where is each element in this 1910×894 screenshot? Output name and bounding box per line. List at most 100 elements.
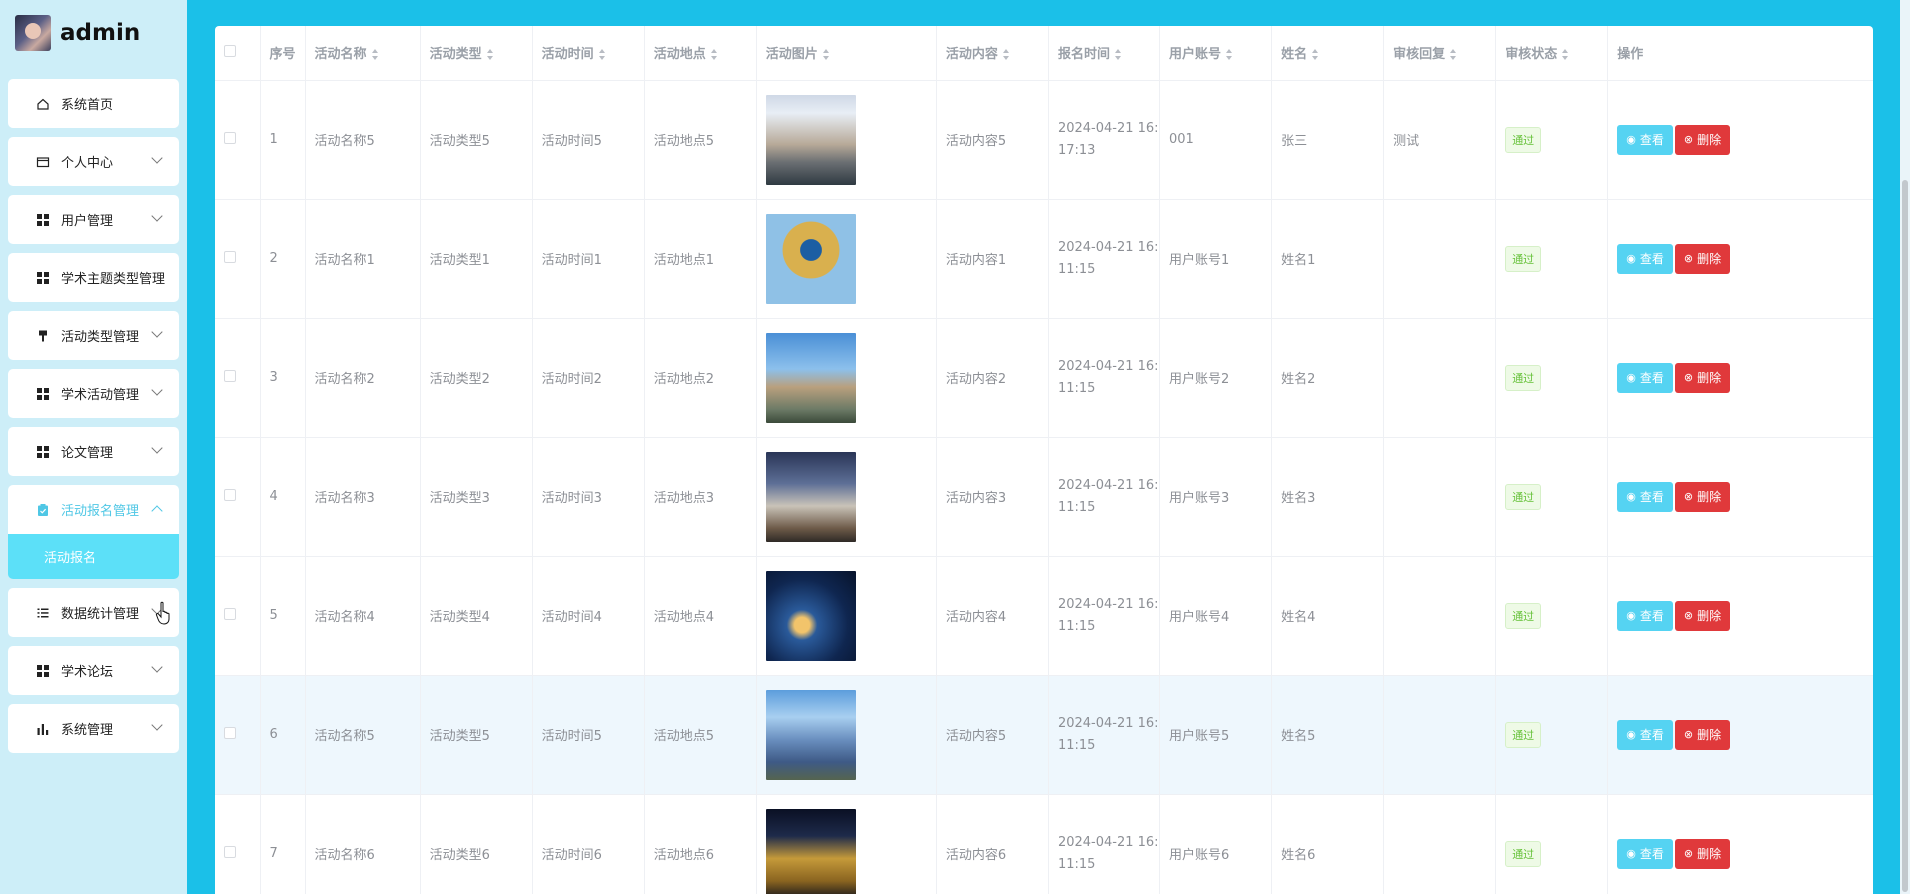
close-circle-icon: ⊗ <box>1683 847 1694 860</box>
view-button[interactable]: ◉ 查看 <box>1617 481 1673 512</box>
sidebar-subitem-signup[interactable]: 活动报名 <box>8 534 179 579</box>
delete-button[interactable]: ⊗ 删除 <box>1674 838 1731 869</box>
row-select-cell[interactable] <box>215 675 261 795</box>
view-button[interactable]: ◉ 查看 <box>1617 362 1673 393</box>
header-actions: 操作 <box>1607 26 1873 81</box>
row-checkbox[interactable] <box>224 607 236 620</box>
row-checkbox[interactable] <box>224 369 236 382</box>
table-row[interactable]: 6 活动名称5 活动类型5 活动时间5 活动地点5 活动内容5 2024-04-21 16:… <box>215 675 1873 795</box>
sidebar-item-signup-management[interactable]: 活动报名管理 <box>8 485 179 534</box>
view-button[interactable]: ◉ 查看 <box>1617 243 1673 274</box>
sidebar-item-users[interactable]: 用户管理 <box>8 195 179 244</box>
sort-icon[interactable] <box>1450 49 1457 61</box>
row-select-cell[interactable] <box>215 80 261 200</box>
sidebar-item-topic-types[interactable]: 学术主题类型管理 <box>8 253 179 302</box>
header-activity-content[interactable]: 活动内容 <box>936 26 1049 81</box>
activity-image[interactable] <box>765 213 856 304</box>
row-select-cell[interactable] <box>215 437 261 557</box>
header-review-status[interactable]: 审核状态 <box>1495 26 1609 81</box>
sidebar-item-statistics[interactable]: 数据统计管理 <box>8 588 179 637</box>
row-select-cell[interactable] <box>215 794 261 894</box>
row-checkbox[interactable] <box>224 845 236 858</box>
eye-icon: ◉ <box>1626 847 1636 860</box>
sort-icon[interactable] <box>822 49 830 61</box>
row-select-cell[interactable] <box>215 199 261 319</box>
cell-activity-image <box>756 675 937 795</box>
table-row[interactable]: 4 活动名称3 活动类型3 活动时间3 活动地点3 活动内容3 2024-04-21 16:… <box>215 437 1873 557</box>
delete-button[interactable]: ⊗ 删除 <box>1674 243 1731 274</box>
row-select-cell[interactable] <box>215 318 261 438</box>
sort-icon[interactable] <box>371 49 379 61</box>
cell-review-status: 通过 <box>1495 556 1609 676</box>
sort-icon[interactable] <box>710 49 718 61</box>
signup-time-line2: 17:13 <box>1057 142 1096 158</box>
sort-icon[interactable] <box>1002 49 1010 61</box>
signup-time-line2: 11:15 <box>1057 856 1096 872</box>
view-button[interactable]: ◉ 查看 <box>1617 719 1673 750</box>
scrollbar-thumb[interactable] <box>1902 180 1908 892</box>
activity-image[interactable] <box>765 570 856 661</box>
row-select-cell[interactable] <box>215 556 261 676</box>
activity-image[interactable] <box>765 451 856 542</box>
activity-image[interactable] <box>765 332 856 423</box>
sidebar-item-academic-activities[interactable]: 学术活动管理 <box>8 369 179 418</box>
sidebar-item-activity-types[interactable]: 活动类型管理 <box>8 311 179 360</box>
sort-icon[interactable] <box>1562 49 1569 61</box>
row-checkbox[interactable] <box>224 488 236 501</box>
table-row[interactable]: 3 活动名称2 活动类型2 活动时间2 活动地点2 活动内容2 2024-04-21 16:… <box>215 318 1873 438</box>
sidebar-item-forum[interactable]: 学术论坛 <box>8 646 179 695</box>
view-button[interactable]: ◉ 查看 <box>1617 838 1673 869</box>
table-row[interactable]: 1 活动名称5 活动类型5 活动时间5 活动地点5 活动内容5 2024-04-21 16:… <box>215 80 1873 200</box>
sort-icon[interactable] <box>598 49 606 61</box>
delete-button[interactable]: ⊗ 删除 <box>1674 362 1731 393</box>
table-row[interactable]: 2 活动名称1 活动类型1 活动时间1 活动地点1 活动内容1 2024-04-21 16:… <box>215 199 1873 319</box>
header-person-name[interactable]: 姓名 <box>1271 26 1385 81</box>
header-activity-type[interactable]: 活动类型 <box>420 26 533 81</box>
delete-button[interactable]: ⊗ 删除 <box>1674 481 1731 512</box>
header-activity-place[interactable]: 活动地点 <box>644 26 757 81</box>
header-user-account[interactable]: 用户账号 <box>1159 26 1273 81</box>
signup-time-line1: 2024-04-21 16: <box>1057 239 1159 255</box>
sort-icon[interactable] <box>1226 49 1233 61</box>
avatar[interactable] <box>15 15 51 51</box>
header-activity-time[interactable]: 活动时间 <box>532 26 645 81</box>
row-checkbox[interactable] <box>224 250 236 263</box>
sidebar-item-home[interactable]: 系统首页 <box>8 79 179 128</box>
header-signup-time[interactable]: 报名时间 <box>1048 26 1161 81</box>
sidebar-item-system[interactable]: 系统管理 <box>8 704 179 753</box>
sidebar-item-personal[interactable]: 个人中心 <box>8 137 179 186</box>
delete-button[interactable]: ⊗ 删除 <box>1674 719 1731 750</box>
sort-icon[interactable] <box>486 49 494 61</box>
sidebar-item-label: 系统首页 <box>61 98 114 113</box>
view-button-label: 查看 <box>1639 609 1664 623</box>
signup-table: 序号 活动名称 活动类型 活动时间 活动地点 活动图片 活动内容 报名时间 用户… <box>215 26 1873 894</box>
table-body: 1 活动名称5 活动类型5 活动时间5 活动地点5 活动内容5 2024-04-21 16:… <box>215 80 1873 894</box>
table-row[interactable]: 7 活动名称6 活动类型6 活动时间6 活动地点6 活动内容6 2024-04-21 16:… <box>215 794 1873 894</box>
delete-button-label: 删除 <box>1697 252 1722 266</box>
cell-index: 7 <box>260 794 306 894</box>
header-activity-image[interactable]: 活动图片 <box>756 26 937 81</box>
sidebar-item-papers[interactable]: 论文管理 <box>8 427 179 476</box>
activity-image[interactable] <box>765 689 856 780</box>
header-activity-name[interactable]: 活动名称 <box>305 26 421 81</box>
cell-index: 1 <box>260 80 306 200</box>
header-review-reply[interactable]: 审核回复 <box>1383 26 1497 81</box>
select-all-checkbox[interactable] <box>224 44 236 57</box>
activity-image[interactable] <box>765 808 856 894</box>
scrollbar[interactable] <box>1900 0 1910 894</box>
activity-image[interactable] <box>765 94 856 185</box>
row-checkbox[interactable] <box>224 131 236 144</box>
view-button-label: 查看 <box>1639 490 1664 504</box>
header-select-all[interactable] <box>215 26 261 81</box>
table-row[interactable]: 5 活动名称4 活动类型4 活动时间4 活动地点4 活动内容4 2024-04-21 16:… <box>215 556 1873 676</box>
sort-icon[interactable] <box>1312 49 1319 61</box>
delete-button[interactable]: ⊗ 删除 <box>1674 124 1731 155</box>
cell-activity-place: 活动地点4 <box>644 556 757 676</box>
row-checkbox[interactable] <box>224 726 236 739</box>
view-button[interactable]: ◉ 查看 <box>1617 600 1673 631</box>
sort-icon[interactable] <box>1114 49 1122 61</box>
cell-activity-content: 活动内容5 <box>936 675 1049 795</box>
view-button[interactable]: ◉ 查看 <box>1617 124 1673 155</box>
delete-button[interactable]: ⊗ 删除 <box>1674 600 1731 631</box>
table-header-row: 序号 活动名称 活动类型 活动时间 活动地点 活动图片 活动内容 报名时间 用户… <box>215 26 1873 81</box>
